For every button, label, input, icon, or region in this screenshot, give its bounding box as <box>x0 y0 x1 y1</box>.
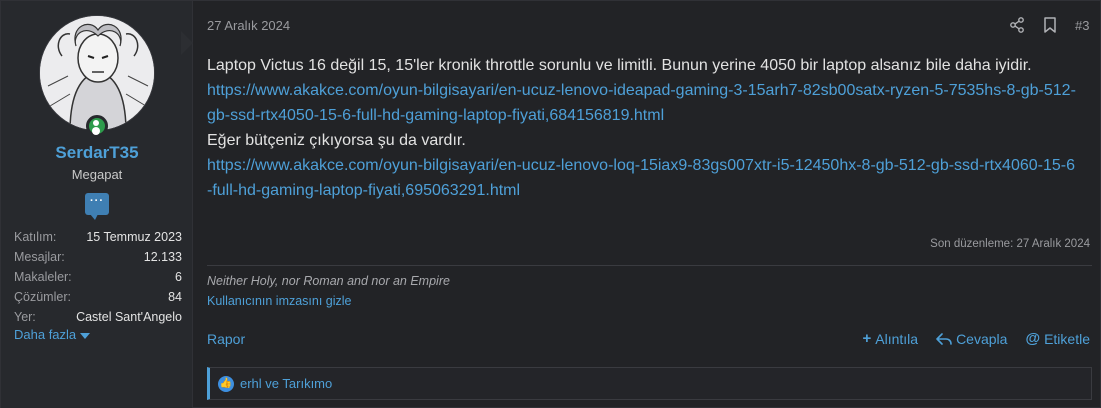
plus-icon: + <box>862 330 872 347</box>
stat-label: Yer: <box>14 310 36 324</box>
reactions-bar[interactable]: 👍 erhl ve Tarıkımo <box>207 367 1092 400</box>
sidebar-arrow <box>181 31 193 55</box>
online-status-icon <box>86 115 108 137</box>
stat-value: 15 Temmuz 2023 <box>86 230 182 244</box>
stat-label: Çözümler: <box>14 290 71 304</box>
user-sidebar: SerdarT35 Megapat ··· Katılım: 15 Temmuz… <box>1 1 193 408</box>
tag-label: Etiketle <box>1044 330 1090 347</box>
more-info-toggle[interactable]: Daha fazla <box>14 327 91 342</box>
stat-value[interactable]: 84 <box>168 287 182 307</box>
stat-row: Makaleler: 6 <box>14 267 182 287</box>
post-text: Eğer bütçeniz çıkıyorsa şu da vardır. <box>207 132 466 149</box>
hide-signature-link[interactable]: Kullanıcının imzasını gizle <box>207 294 352 308</box>
chevron-down-icon <box>80 332 91 339</box>
quote-button[interactable]: + Alıntıla <box>862 330 918 347</box>
stat-value[interactable]: 12.133 <box>144 247 182 267</box>
message-icon[interactable]: ··· <box>85 193 109 220</box>
at-icon: @ <box>1025 330 1041 347</box>
last-edited: Son düzenleme: 27 Aralık 2024 <box>930 238 1090 250</box>
signature-divider <box>207 265 1092 266</box>
post-date[interactable]: 27 Aralık 2024 <box>207 18 290 33</box>
more-label: Daha fazla <box>14 327 77 342</box>
stat-row: Mesajlar: 12.133 <box>14 247 182 267</box>
post-text: Laptop Victus 16 değil 15, 15'ler kronik… <box>207 57 1032 74</box>
tag-button[interactable]: @ Etiketle <box>1025 330 1090 347</box>
post-body: Laptop Victus 16 değil 15, 15'ler kronik… <box>207 53 1093 203</box>
reply-button[interactable]: Cevapla <box>936 331 1007 347</box>
stat-label: Mesajlar: <box>14 250 65 264</box>
stat-row: Çözümler: 84 <box>14 287 182 307</box>
avatar[interactable] <box>39 15 155 131</box>
stat-label: Katılım: <box>14 230 57 244</box>
post-actions: + Alıntıla Cevapla @ Etiketle <box>862 330 1090 347</box>
stat-value: Castel Sant'Angelo <box>76 310 182 324</box>
post-number[interactable]: #3 <box>1075 18 1089 33</box>
signature: Neither Holy, nor Roman and nor an Empir… <box>207 274 450 288</box>
reply-label: Cevapla <box>956 330 1008 347</box>
user-title: Megapat <box>71 167 123 182</box>
bookmark-icon[interactable] <box>1043 17 1057 33</box>
share-icon[interactable] <box>1009 17 1025 33</box>
quote-label: Alıntıla <box>875 330 919 347</box>
like-icon: 👍 <box>218 375 234 392</box>
post-container: SerdarT35 Megapat ··· Katılım: 15 Temmuz… <box>0 0 1101 408</box>
post-link[interactable]: https://www.akakce.com/oyun-bilgisayari/… <box>207 82 1076 124</box>
stat-row: Yer: Castel Sant'Angelo <box>14 307 182 327</box>
username[interactable]: SerdarT35 <box>1 143 193 163</box>
report-link[interactable]: Rapor <box>207 331 245 347</box>
stat-row: Katılım: 15 Temmuz 2023 <box>14 227 182 247</box>
reactions-text[interactable]: erhl ve Tarıkımo <box>240 376 332 391</box>
stat-label: Makaleler: <box>14 270 72 284</box>
reply-icon <box>936 332 952 345</box>
user-stats: Katılım: 15 Temmuz 2023 Mesajlar: 12.133… <box>14 227 182 327</box>
post-link[interactable]: https://www.akakce.com/oyun-bilgisayari/… <box>207 157 1075 199</box>
stat-value[interactable]: 6 <box>175 267 182 287</box>
